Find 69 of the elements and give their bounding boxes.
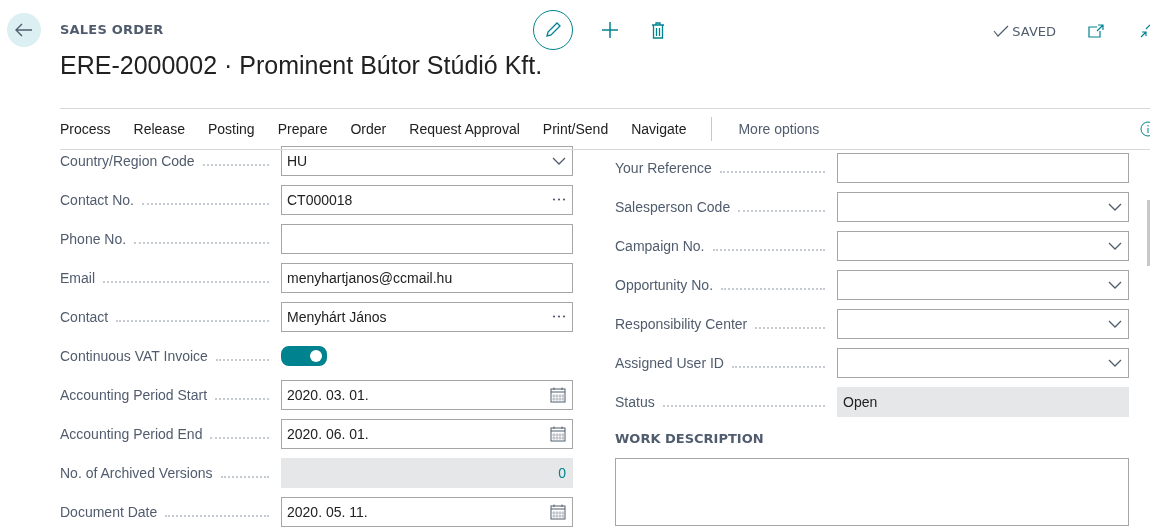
field-label: Accounting Period Start: [60, 386, 208, 403]
field-label: Continuous VAT Invoice: [60, 347, 208, 364]
calendar-icon: [550, 386, 566, 403]
lookup-field[interactable]: CT000018: [281, 184, 573, 215]
action-menu[interactable]: Process: [60, 121, 111, 137]
scrollbar-thumb[interactable]: [1147, 200, 1150, 266]
field-label: Contact No.: [60, 191, 134, 208]
action-menu[interactable]: Order: [350, 121, 387, 137]
section-heading: WORK DESCRIPTION: [615, 431, 765, 446]
action-menu[interactable]: Posting: [207, 121, 255, 137]
chevron-down-icon: [1108, 241, 1122, 250]
field-label: Opportunity No.: [615, 276, 714, 293]
date-field[interactable]: 2020. 06. 01.: [281, 418, 573, 449]
checkmark-icon: [993, 25, 1010, 37]
text-area[interactable]: [615, 458, 1129, 526]
field-label: Campaign No.: [615, 237, 705, 254]
collapse-icon: [1140, 24, 1150, 38]
dropdown-field[interactable]: [837, 347, 1129, 378]
date-field[interactable]: 2020. 03. 01.: [281, 379, 573, 410]
dropdown-field[interactable]: [837, 230, 1129, 261]
input-field[interactable]: [281, 223, 573, 254]
ellipsis-icon: [552, 315, 566, 318]
action-menu[interactable]: Prepare: [277, 121, 328, 137]
chevron-down-icon: [552, 156, 566, 165]
back-button[interactable]: [7, 13, 41, 47]
field-label: Phone No.: [60, 230, 127, 247]
pencil-icon: [544, 21, 562, 39]
field-label: Status: [615, 393, 655, 410]
dropdown-field[interactable]: [837, 269, 1129, 300]
field-label: Your Reference: [615, 159, 712, 176]
action-menu[interactable]: Request Approval: [409, 121, 520, 137]
plus-icon: [601, 21, 619, 39]
readonly-field: 0: [281, 457, 573, 488]
action-menu[interactable]: Print/Send: [542, 121, 609, 137]
field-label: Assigned User ID: [615, 354, 724, 371]
input-field[interactable]: menyhartjanos@ccmail.hu: [281, 262, 573, 293]
page-caption: SALES ORDER: [60, 22, 165, 37]
field-label: Country/Region Code: [60, 152, 195, 169]
more-options-button[interactable]: More options: [738, 121, 820, 137]
action-menu[interactable]: Navigate: [631, 121, 687, 137]
chevron-down-icon: [1108, 358, 1122, 367]
dropdown-field[interactable]: [837, 308, 1129, 339]
chevron-down-icon: [1108, 202, 1122, 211]
calendar-icon: [550, 503, 566, 520]
field-label: No. of Archived Versions: [60, 464, 213, 481]
chevron-down-icon: [1108, 280, 1122, 289]
field-label: Accounting Period End: [60, 425, 203, 442]
saved-status: SAVED: [993, 23, 1056, 39]
chevron-down-icon: [1108, 319, 1122, 328]
arrow-left-icon: [15, 23, 33, 37]
dropdown-field[interactable]: HU: [281, 145, 573, 176]
dropdown-field[interactable]: [837, 191, 1129, 222]
toggle-switch[interactable]: [281, 345, 327, 366]
calendar-icon: [550, 425, 566, 442]
trash-icon: [651, 21, 665, 39]
field-label: Document Date: [60, 503, 158, 520]
ellipsis-icon: [552, 198, 566, 201]
page-title: ERE-2000002 · Prominent Bútor Stúdió Kft.: [60, 51, 543, 80]
field-label: Email: [60, 269, 95, 286]
lookup-field[interactable]: Menyhárt János: [281, 301, 573, 332]
field-label: Contact: [60, 308, 109, 325]
edit-button[interactable]: [533, 10, 573, 50]
field-label: Responsibility Center: [615, 315, 748, 332]
action-menu[interactable]: Release: [133, 121, 185, 137]
field-label: Salesperson Code: [615, 198, 731, 215]
readonly-field: Open: [837, 386, 1129, 417]
popout-icon: [1088, 24, 1104, 38]
date-field[interactable]: 2020. 05. 11.: [281, 496, 573, 527]
input-field[interactable]: [837, 152, 1129, 183]
